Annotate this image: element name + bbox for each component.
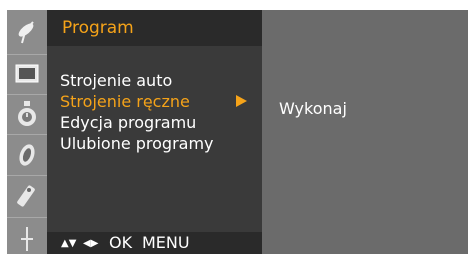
submenu-execute-option[interactable]: Wykonaj bbox=[279, 99, 347, 119]
menu-item-auto-tuning[interactable]: Strojenie auto bbox=[60, 71, 172, 91]
menu-item-program-edit[interactable]: Edycja programu bbox=[60, 113, 196, 133]
category-sidebar bbox=[7, 10, 47, 254]
ok-hint: OK bbox=[109, 233, 133, 252]
tv-osd-menu: Program Strojenie auto Strojenie ręczne … bbox=[7, 10, 468, 254]
menu-item-manual-tuning[interactable]: Strojenie ręczne bbox=[60, 92, 190, 112]
sidebar-divider bbox=[7, 54, 47, 55]
program-menu-panel: Program Strojenie auto Strojenie ręczne … bbox=[47, 10, 262, 254]
menu-hint: MENU bbox=[142, 233, 190, 252]
left-right-arrows-icon: ◀▶ bbox=[83, 238, 99, 249]
clock-icon[interactable] bbox=[11, 98, 43, 130]
menu-title: Program bbox=[62, 18, 134, 38]
satellite-dish-icon[interactable] bbox=[11, 16, 43, 48]
sidebar-divider bbox=[7, 217, 47, 218]
navigation-hint-bar: ▲▼ ◀▶ OK MENU bbox=[47, 232, 262, 254]
up-down-arrows-icon: ▲▼ bbox=[61, 238, 77, 249]
submenu-arrow-icon bbox=[236, 95, 247, 107]
sidebar-divider bbox=[7, 94, 47, 95]
input-icon[interactable] bbox=[11, 222, 43, 254]
lock-icon[interactable] bbox=[11, 180, 43, 212]
menu-title-bar: Program bbox=[47, 10, 262, 46]
screen-icon[interactable] bbox=[11, 58, 43, 90]
option-icon[interactable] bbox=[11, 139, 43, 171]
menu-item-favourite-programs[interactable]: Ulubione programy bbox=[60, 134, 214, 154]
sidebar-divider bbox=[7, 134, 47, 135]
submenu-panel: Wykonaj bbox=[262, 10, 468, 254]
sidebar-divider bbox=[7, 175, 47, 176]
